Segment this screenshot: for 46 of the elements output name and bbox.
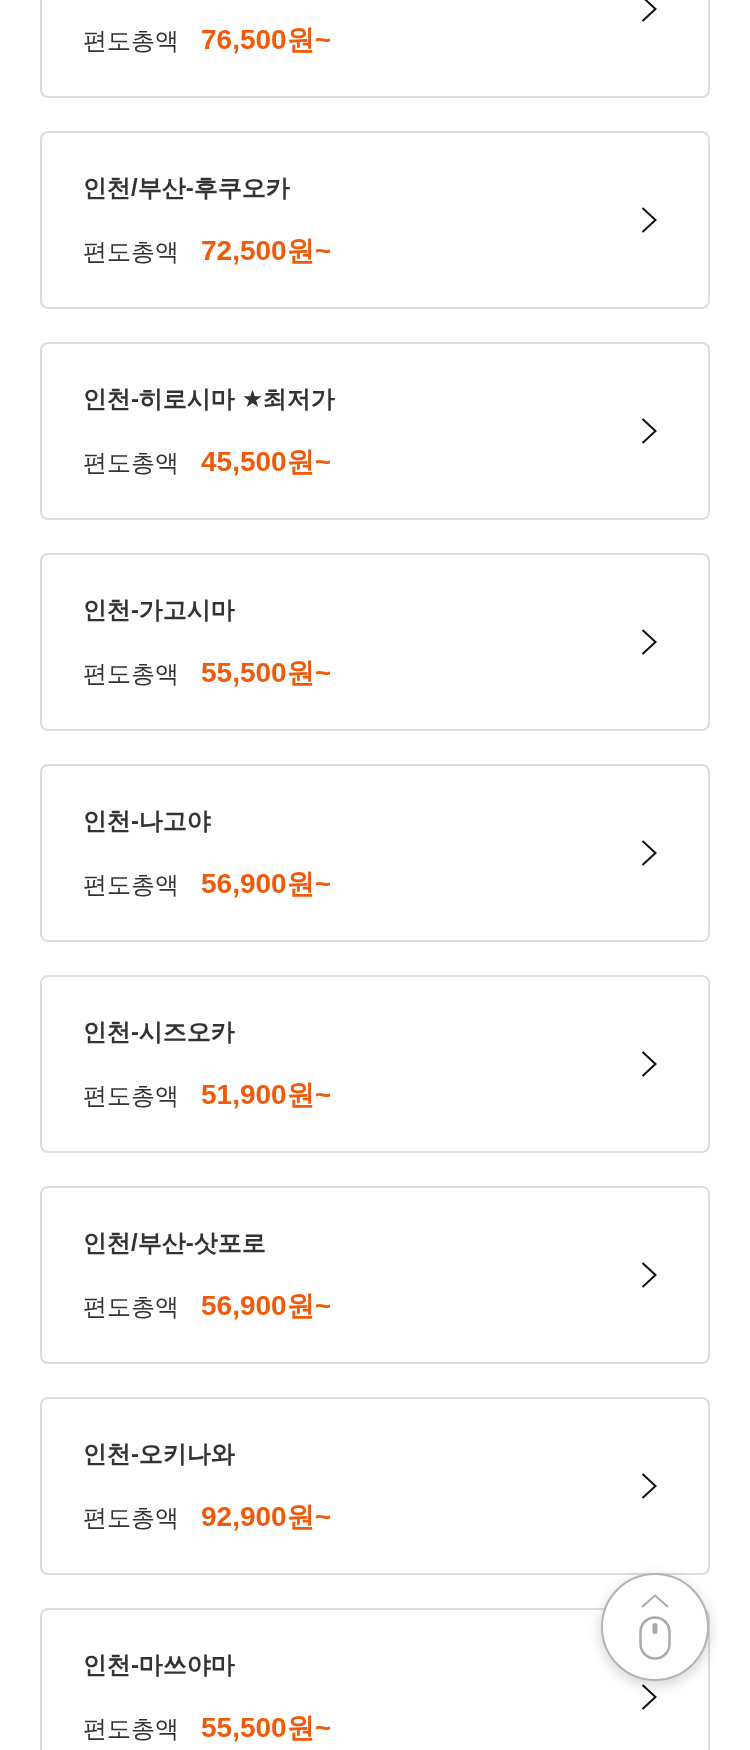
route-card[interactable]: 인천-마쓰야마 편도총액 55,500원~ <box>40 1608 710 1750</box>
price: 92,900원~ <box>201 1500 331 1533</box>
route-title: 인천-오키나와 <box>83 1438 236 1469</box>
route-title: 인천-마쓰야마 <box>83 1649 236 1680</box>
route-card[interactable]: 인천-시즈오카 편도총액 51,900원~ <box>40 975 710 1153</box>
route-card[interactable]: 인천-나고야 편도총액 56,900원~ <box>40 764 710 942</box>
route-card[interactable]: 인천-가고시마 편도총액 55,500원~ <box>40 553 710 731</box>
price-label: 편도총액 <box>83 1713 179 1744</box>
route-title: 인천-가고시마 <box>83 594 236 625</box>
route-title: 인천-나고야 <box>83 805 212 836</box>
price-label: 편도총액 <box>83 447 179 478</box>
price: 51,900원~ <box>201 1078 331 1111</box>
caret-up-icon <box>641 1594 669 1608</box>
chevron-right-icon <box>641 1262 657 1288</box>
route-card[interactable]: 인천-오키나와 편도총액 92,900원~ <box>40 1397 710 1575</box>
price-label: 편도총액 <box>83 1291 179 1322</box>
chevron-right-icon <box>641 207 657 233</box>
route-title: 인천-히로시마 ★최저가 <box>83 383 336 414</box>
price: 56,900원~ <box>201 1289 331 1322</box>
chevron-right-icon <box>641 1684 657 1710</box>
price: 56,900원~ <box>201 867 331 900</box>
price-label: 편도총액 <box>83 658 179 689</box>
chevron-right-icon <box>641 1051 657 1077</box>
route-card[interactable]: 인천/부산-삿포로 편도총액 56,900원~ <box>40 1186 710 1364</box>
chevron-right-icon <box>641 418 657 444</box>
route-title: 인천/부산-후쿠오카 <box>83 172 291 203</box>
route-card[interactable]: 인천-히로시마 ★최저가 편도총액 45,500원~ <box>40 342 710 520</box>
chevron-right-icon <box>641 0 657 22</box>
price: 55,500원~ <box>201 656 331 689</box>
route-title: 인천-시즈오카 <box>83 1016 236 1047</box>
route-title: 인천/부산-삿포로 <box>83 1227 267 1258</box>
price: 76,500원~ <box>201 23 331 56</box>
mouse-icon <box>639 1616 671 1660</box>
price: 45,500원~ <box>201 445 331 478</box>
price-label: 편도총액 <box>83 25 179 56</box>
price-label: 편도총액 <box>83 1080 179 1111</box>
price: 72,500원~ <box>201 234 331 267</box>
chevron-right-icon <box>641 840 657 866</box>
price: 55,500원~ <box>201 1711 331 1744</box>
route-card[interactable]: 편도총액 76,500원~ <box>40 0 710 98</box>
chevron-right-icon <box>641 629 657 655</box>
price-label: 편도총액 <box>83 1502 179 1533</box>
price-label: 편도총액 <box>83 869 179 900</box>
chevron-right-icon <box>641 1473 657 1499</box>
price-label: 편도총액 <box>83 236 179 267</box>
route-card[interactable]: 인천/부산-후쿠오카 편도총액 72,500원~ <box>40 131 710 309</box>
